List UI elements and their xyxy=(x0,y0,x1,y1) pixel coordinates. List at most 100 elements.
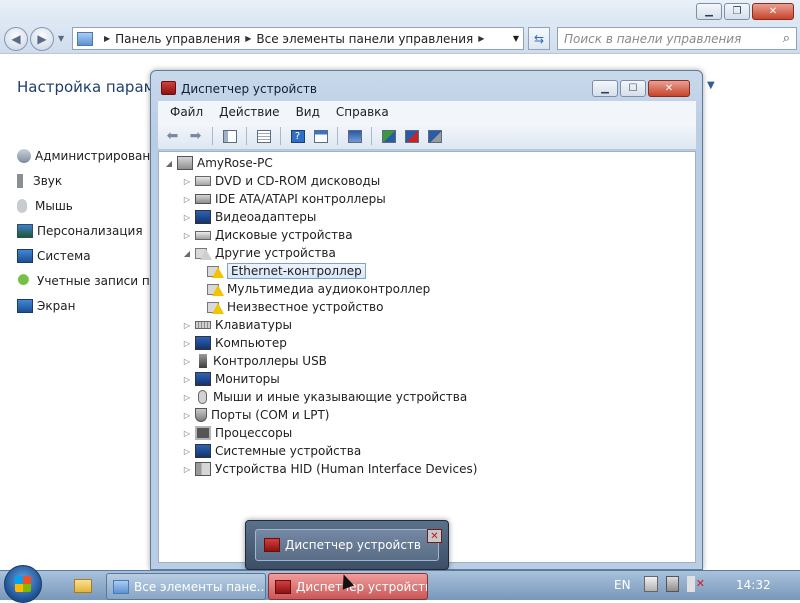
toolbar: ⬅ ➡ ? xyxy=(158,123,696,150)
expand-arrow-icon[interactable]: ▷ xyxy=(181,339,193,348)
device-tree: ◢ AmyRose-PC ▷ DVD и CD-ROM дисководы ▷ … xyxy=(158,151,696,563)
tree-node[interactable]: ▷ Дисковые устройства xyxy=(181,226,353,244)
taskbar-button-label: Диспетчер устройств xyxy=(296,579,428,594)
expand-arrow-icon[interactable]: ▷ xyxy=(181,465,193,474)
start-button[interactable] xyxy=(4,565,42,603)
uninstall-icon xyxy=(404,129,419,143)
properties-icon xyxy=(256,129,271,143)
taskbar-button-control-panel[interactable]: Все элементы пане... xyxy=(106,573,266,600)
menu-file[interactable]: Файл xyxy=(162,105,211,119)
taskbar-thumbnail-preview[interactable]: Диспетчер устройств ✕ xyxy=(245,520,449,570)
menu-help[interactable]: Справка xyxy=(328,105,397,119)
ide-controller-icon xyxy=(195,194,211,204)
breadcrumb-control-panel[interactable]: Панель управления xyxy=(115,32,240,46)
windows-logo-icon xyxy=(15,576,31,592)
address-bar[interactable]: ▶ Панель управления ▶ Все элементы панел… xyxy=(72,27,524,50)
toolbar-separator xyxy=(212,127,213,145)
forward-button[interactable]: ➡ xyxy=(185,127,206,146)
cp-item-display[interactable]: Экран xyxy=(17,293,157,318)
search-icon[interactable]: ⌕ xyxy=(783,31,790,46)
speaker-icon xyxy=(17,173,29,188)
breadcrumb-chevron-icon[interactable]: ▶ xyxy=(478,34,484,43)
collapse-arrow-icon[interactable]: ◢ xyxy=(181,249,193,258)
tree-node-label: Клавиатуры xyxy=(215,318,292,332)
expand-arrow-icon[interactable]: ▷ xyxy=(181,375,193,384)
volume-muted-icon[interactable]: ✕ xyxy=(687,576,705,592)
expand-arrow-icon[interactable]: ▷ xyxy=(181,393,193,402)
help-button[interactable]: ? xyxy=(287,127,308,146)
tree-node[interactable]: ▷ Мыши и иные указывающие устройства xyxy=(181,388,467,406)
update-driver-button[interactable] xyxy=(378,127,399,146)
minimize-button[interactable]: ▁ xyxy=(592,80,618,97)
tree-node[interactable]: ▷ Контроллеры USB xyxy=(181,352,327,370)
tree-node[interactable]: ▷ Компьютер xyxy=(181,334,287,352)
tree-node[interactable]: ▷ Порты (COM и LPT) xyxy=(181,406,329,424)
show-hide-console-tree-button[interactable] xyxy=(219,127,240,146)
maximize-button[interactable]: ☐ xyxy=(620,80,646,97)
tree-node[interactable]: ▷ IDE ATA/ATAPI контроллеры xyxy=(181,190,386,208)
expand-arrow-icon[interactable]: ▷ xyxy=(181,213,193,222)
address-dropdown-icon[interactable]: ▼ xyxy=(513,34,519,43)
expand-arrow-icon[interactable]: ▷ xyxy=(181,231,193,240)
tree-node[interactable]: ▷ Процессоры xyxy=(181,424,292,442)
expand-arrow-icon[interactable]: ▷ xyxy=(181,447,193,456)
tree-child-selected[interactable]: Ethernet-контроллер xyxy=(205,262,366,280)
scan-hardware-button[interactable] xyxy=(344,127,365,146)
expand-arrow-icon[interactable]: ▷ xyxy=(181,195,193,204)
maximize-button[interactable]: ❐ xyxy=(724,3,750,20)
thumbnail-window-entry[interactable]: Диспетчер устройств xyxy=(255,529,439,561)
menu-view[interactable]: Вид xyxy=(288,105,328,119)
search-input[interactable]: Поиск в панели управления ⌕ xyxy=(557,27,797,50)
tree-child[interactable]: Мультимедиа аудиоконтроллер xyxy=(205,280,430,298)
tree-child[interactable]: Неизвестное устройство xyxy=(205,298,383,316)
properties-button[interactable] xyxy=(253,127,274,146)
breadcrumb-all-items[interactable]: Все элементы панели управления xyxy=(256,32,473,46)
menu-action[interactable]: Действие xyxy=(211,105,287,119)
cp-item-user-accounts[interactable]: Учетные записи пол xyxy=(17,268,165,293)
cp-item-label: Экран xyxy=(37,298,76,313)
collapse-arrow-icon[interactable]: ◢ xyxy=(163,159,175,168)
expand-arrow-icon[interactable]: ▷ xyxy=(181,177,193,186)
cp-item-administration[interactable]: Администрирование xyxy=(17,143,165,168)
breadcrumb-chevron-icon[interactable]: ▶ xyxy=(104,34,110,43)
close-button[interactable]: ✕ xyxy=(752,3,794,20)
thumbnail-close-button[interactable]: ✕ xyxy=(427,529,442,543)
keyboard-icon xyxy=(195,321,211,329)
tree-node[interactable]: ◢ Другие устройства xyxy=(181,244,336,262)
tree-node-label: Системные устройства xyxy=(215,444,362,458)
uninstall-button[interactable] xyxy=(401,127,422,146)
tree-root[interactable]: ◢ AmyRose-PC xyxy=(163,154,273,172)
back-button[interactable]: ◀ xyxy=(4,27,28,51)
tree-node[interactable]: ▷ Системные устройства xyxy=(181,442,361,460)
action-pane-button[interactable] xyxy=(310,127,331,146)
tree-node[interactable]: ▷ Мониторы xyxy=(181,370,280,388)
view-options-dropdown-icon[interactable]: ▼ xyxy=(707,80,715,91)
other-devices-icon xyxy=(195,246,212,260)
expand-arrow-icon[interactable]: ▷ xyxy=(181,429,193,438)
expand-arrow-icon[interactable]: ▷ xyxy=(181,411,193,420)
action-center-icon[interactable] xyxy=(644,576,658,592)
disable-button[interactable] xyxy=(424,127,445,146)
recent-pages-dropdown-icon[interactable]: ▼ xyxy=(58,34,64,43)
tree-node[interactable]: ▷ Клавиатуры xyxy=(181,316,292,334)
explorer-pinned-button[interactable] xyxy=(66,574,100,598)
forward-button[interactable]: ▶ xyxy=(30,27,54,51)
tree-node[interactable]: ▷ Устройства HID (Human Interface Device… xyxy=(181,460,477,478)
cp-item-system[interactable]: Система xyxy=(17,243,157,268)
minimize-button[interactable]: ▁ xyxy=(696,3,722,20)
cp-item-mouse[interactable]: Мышь xyxy=(17,193,157,218)
expand-arrow-icon[interactable]: ▷ xyxy=(181,321,193,330)
back-arrow-icon: ◀ xyxy=(11,32,21,46)
cp-item-sound[interactable]: Звук xyxy=(17,168,157,193)
refresh-button[interactable]: ⇆ xyxy=(528,27,550,50)
clock[interactable]: 14:32 xyxy=(736,578,771,592)
breadcrumb-chevron-icon[interactable]: ▶ xyxy=(245,34,251,43)
close-button[interactable]: ✕ xyxy=(648,80,690,97)
language-indicator[interactable]: EN xyxy=(614,578,631,592)
back-button[interactable]: ⬅ xyxy=(162,127,183,146)
cp-item-personalization[interactable]: Персонализация xyxy=(17,218,157,243)
tree-node[interactable]: ▷ Видеоадаптеры xyxy=(181,208,316,226)
expand-arrow-icon[interactable]: ▷ xyxy=(181,357,193,366)
network-icon[interactable] xyxy=(666,576,679,592)
tree-node[interactable]: ▷ DVD и CD-ROM дисководы xyxy=(181,172,380,190)
